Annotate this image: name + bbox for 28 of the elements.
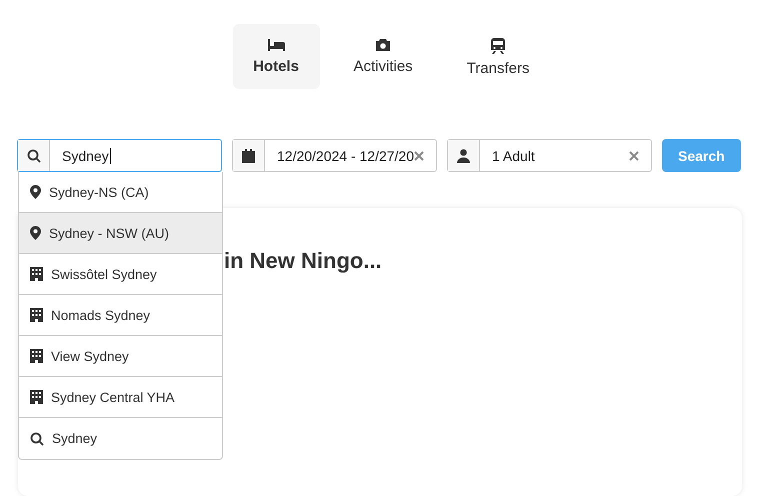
- results-heading: in New Ningo...: [224, 248, 383, 274]
- tab[interactable]: Hotels: [232, 24, 320, 89]
- destination-field[interactable]: Sydney: [17, 139, 222, 172]
- suggestion-item[interactable]: Sydney - NSW (AU): [19, 213, 222, 254]
- building-icon: [30, 390, 43, 404]
- date-range-field[interactable]: 12/20/2024 - 12/27/20: [232, 139, 437, 172]
- clear-icon[interactable]: [414, 150, 424, 160]
- tab[interactable]: Activities: [334, 24, 433, 89]
- tab[interactable]: Transfers: [446, 24, 550, 89]
- bed-icon: [267, 38, 285, 52]
- building-icon: [30, 267, 43, 281]
- suggestion-item[interactable]: Sydney Central YHA: [19, 377, 222, 418]
- search-icon: [30, 432, 44, 446]
- suggestion-item[interactable]: View Sydney: [19, 336, 222, 377]
- bus-icon: [491, 38, 506, 54]
- suggestion-item[interactable]: Nomads Sydney: [19, 295, 222, 336]
- map-pin-icon: [30, 185, 41, 199]
- suggestion-item[interactable]: Swissôtel Sydney: [19, 254, 222, 295]
- person-icon: [457, 148, 470, 162]
- camera-icon: [375, 38, 392, 52]
- suggestion-item[interactable]: Sydney: [19, 418, 222, 459]
- building-icon: [30, 308, 43, 322]
- guests-field[interactable]: 1 Adult: [447, 139, 652, 172]
- calendar-icon: [242, 148, 255, 162]
- map-pin-icon: [30, 226, 41, 240]
- search-icon: [26, 148, 40, 162]
- clear-icon[interactable]: [629, 150, 639, 160]
- building-icon: [30, 349, 43, 363]
